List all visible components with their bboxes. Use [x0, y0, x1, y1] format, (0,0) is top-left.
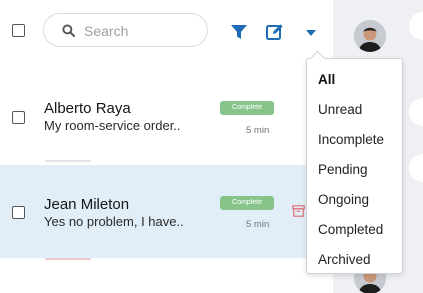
conversation-row-selected[interactable]: Jean Mileton Yes no problem, I have.. Co… [0, 165, 333, 258]
compose-icon[interactable] [265, 22, 285, 42]
message-preview: My room-service order.. [44, 118, 181, 133]
timestamp: 5 min [246, 219, 270, 230]
menu-item-incomplete[interactable]: Incomplete [307, 125, 402, 155]
filter-dropdown-menu: All Unread Incomplete Pending Ongoing Co… [306, 58, 403, 274]
row-divider [45, 160, 91, 162]
status-badge: Complete [220, 101, 274, 115]
search-input[interactable] [84, 21, 202, 41]
menu-item-pending[interactable]: Pending [307, 155, 402, 185]
status-badge: Complete [220, 196, 274, 210]
message-preview: Yes no problem, I have.. [44, 214, 184, 229]
search-icon [62, 24, 75, 37]
menu-item-unread[interactable]: Unread [307, 95, 402, 125]
contact-name: Jean Mileton [44, 196, 130, 213]
menu-item-all[interactable]: All [307, 65, 402, 95]
menu-item-ongoing[interactable]: Ongoing [307, 185, 402, 215]
row-checkbox[interactable] [12, 111, 25, 124]
menu-item-archived[interactable]: Archived [307, 245, 402, 275]
search-box[interactable] [43, 13, 208, 47]
avatar-image [354, 20, 386, 52]
caret-down-icon[interactable] [305, 29, 317, 37]
timestamp: 5 min [246, 125, 270, 136]
select-all-checkbox[interactable] [12, 24, 25, 37]
filter-icon[interactable] [230, 23, 248, 41]
conversation-row[interactable]: Alberto Raya My room-service order.. Com… [0, 70, 333, 162]
archive-icon[interactable] [292, 205, 305, 217]
menu-item-completed[interactable]: Completed [307, 215, 402, 245]
row-divider [45, 258, 91, 260]
user-avatar[interactable] [354, 20, 386, 52]
contact-name: Alberto Raya [44, 100, 131, 117]
row-checkbox[interactable] [12, 206, 25, 219]
